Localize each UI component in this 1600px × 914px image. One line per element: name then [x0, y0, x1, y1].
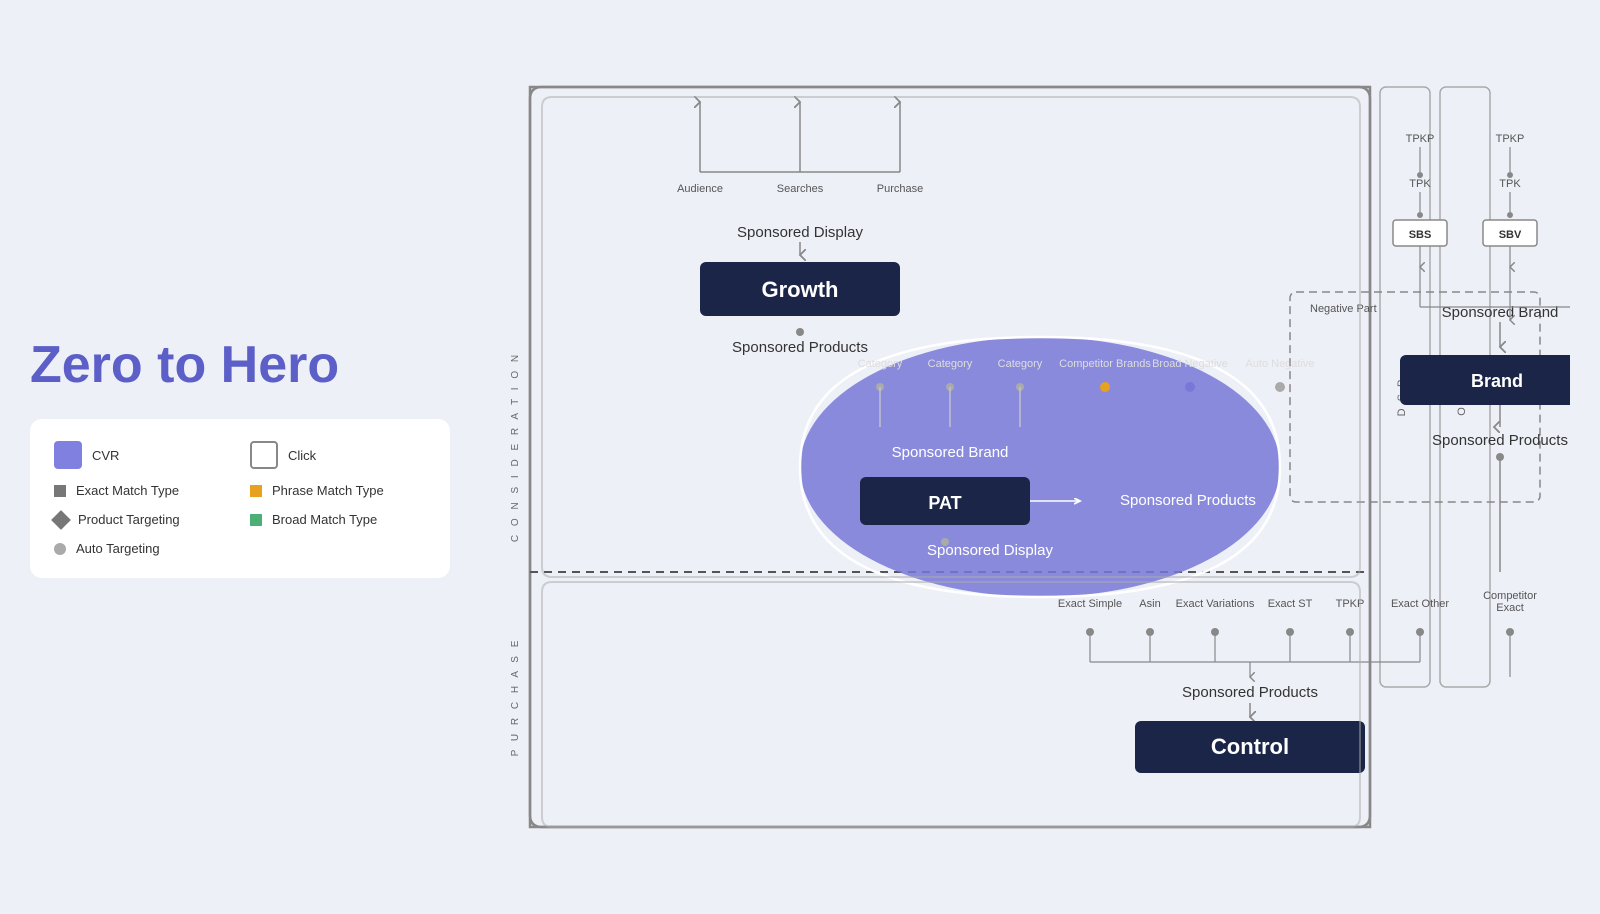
sponsored-brand-inner: Sponsored Brand — [892, 444, 1009, 461]
page-title: Zero to Hero — [30, 336, 450, 396]
exact-st: Exact ST — [1268, 598, 1313, 610]
phrase-label: Phrase Match Type — [272, 483, 384, 498]
tpkp-1: TPKP — [1406, 133, 1435, 145]
category-2: Category — [928, 358, 973, 370]
main-diagram-svg: D S P O T T C O N S I D E R A T I O N P … — [480, 27, 1570, 887]
legend-click: Click — [250, 441, 426, 469]
phrase-icon — [250, 485, 262, 497]
cvr-icon — [54, 441, 82, 469]
legend-cvr: CVR — [54, 441, 230, 469]
legend-box: CVR Click Exact Match Type Phrase Match … — [30, 419, 450, 578]
product-icon — [51, 510, 71, 530]
exact-label: Exact Match Type — [76, 483, 179, 498]
negative-part-label: Negative Part — [1310, 303, 1377, 315]
tpk-1: TPK — [1409, 178, 1431, 190]
pat-sponsored-products: Sponsored Products — [1120, 492, 1256, 509]
cvr-label: CVR — [92, 448, 119, 463]
legend-exact: Exact Match Type — [54, 483, 230, 498]
growth-button-label: Growth — [762, 277, 839, 302]
legend-product: Product Targeting — [54, 512, 230, 527]
click-icon — [250, 441, 278, 469]
category-3: Category — [998, 358, 1043, 370]
legend-auto: Auto Targeting — [54, 541, 230, 556]
competitor-exact: Competitor — [1483, 590, 1537, 602]
sbs-label: SBS — [1409, 229, 1432, 241]
auto-icon — [54, 543, 66, 555]
page-wrapper: Zero to Hero CVR Click Exact Match Type … — [0, 0, 1600, 914]
audience-label: Audience — [677, 183, 723, 195]
auto-negative: Auto Negative — [1245, 358, 1314, 370]
competitor-exact-2: Exact — [1496, 602, 1524, 614]
product-label: Product Targeting — [78, 512, 180, 527]
competitor-brands: Competitor Brands — [1059, 358, 1151, 370]
left-panel: Zero to Hero CVR Click Exact Match Type … — [30, 336, 450, 579]
auto-label: Auto Targeting — [76, 541, 160, 556]
purchase-top-label: Purchase — [877, 183, 923, 195]
consideration-label: C O N S I D E R A T I O N — [510, 352, 521, 542]
exact-icon — [54, 485, 66, 497]
asin: Asin — [1139, 598, 1160, 610]
tpkp-2: TPKP — [1496, 133, 1525, 145]
click-label: Click — [288, 448, 316, 463]
tpk-2: TPK — [1499, 178, 1521, 190]
searches-label: Searches — [777, 183, 824, 195]
sponsored-display-inner: Sponsored Display — [927, 542, 1053, 559]
broad-negative: Broad Negative — [1152, 358, 1228, 370]
sponsored-display-top: Sponsored Display — [737, 224, 863, 241]
exact-variations: Exact Variations — [1176, 598, 1255, 610]
broad-icon — [250, 514, 262, 526]
diagram-wrapper: D S P O T T C O N S I D E R A T I O N P … — [480, 27, 1570, 887]
legend-phrase: Phrase Match Type — [250, 483, 426, 498]
broad-label: Broad Match Type — [272, 512, 377, 527]
sponsored-products-right: Sponsored Products — [1432, 432, 1568, 449]
exact-other: Exact Other — [1391, 598, 1449, 610]
sbv-label: SBV — [1499, 229, 1522, 241]
legend-broad: Broad Match Type — [250, 512, 426, 527]
brand-button-label: Brand — [1471, 371, 1523, 391]
category-1: Category — [858, 358, 903, 370]
sponsored-products-purchase: Sponsored Products — [1182, 684, 1318, 701]
purchase-label: P U R C H A S E — [510, 638, 521, 757]
sponsored-products-consideration: Sponsored Products — [732, 339, 868, 356]
exact-simple: Exact Simple — [1058, 598, 1122, 610]
control-button-label: Control — [1211, 734, 1289, 759]
pat-button-label: PAT — [928, 493, 961, 513]
